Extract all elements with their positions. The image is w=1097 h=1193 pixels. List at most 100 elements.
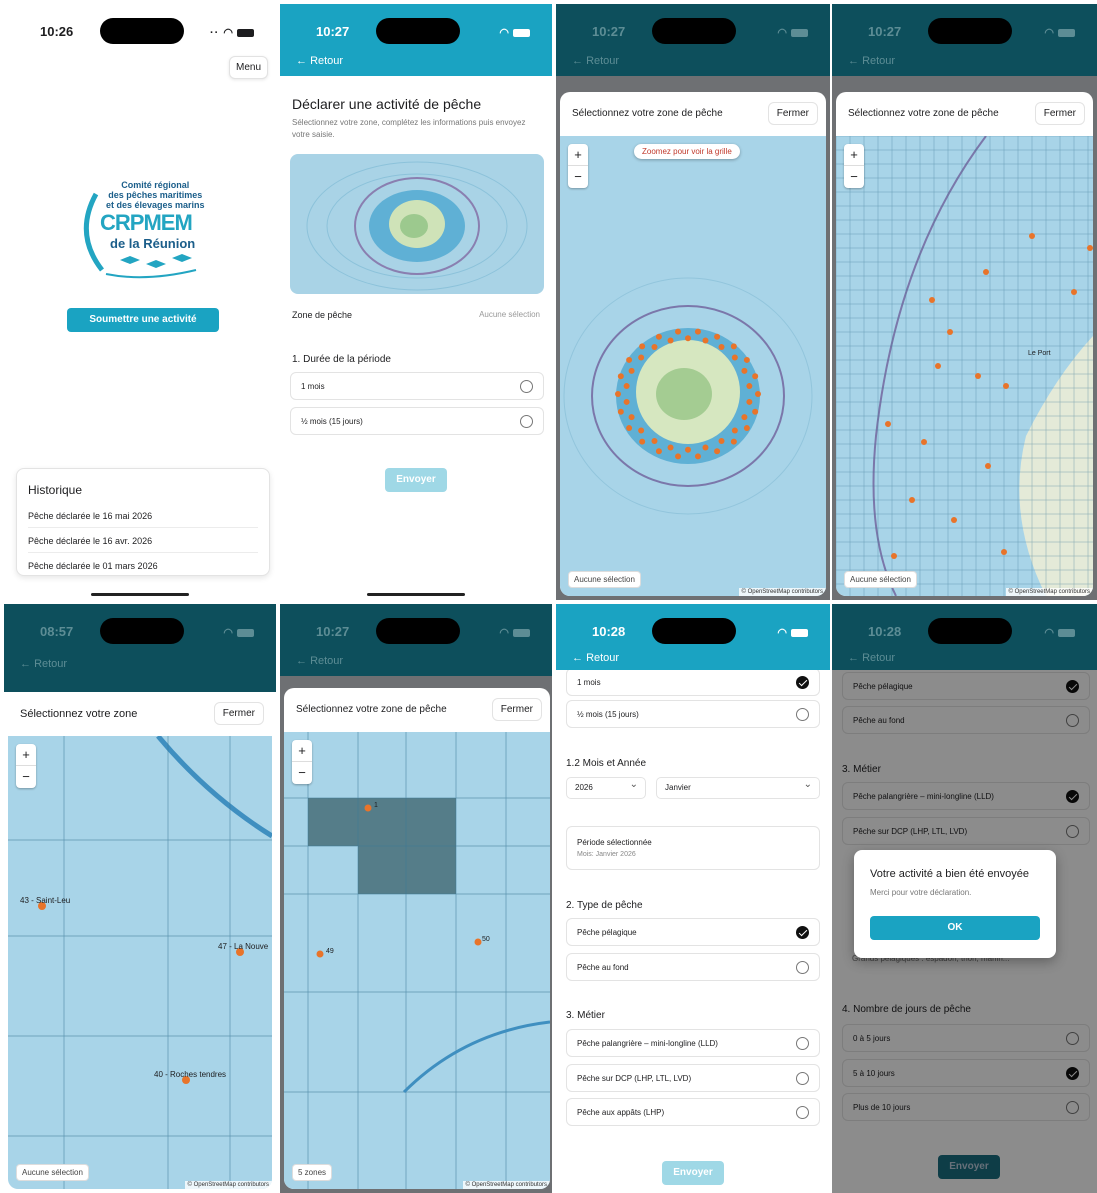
zone-dot[interactable] bbox=[743, 356, 750, 363]
zone-dot[interactable] bbox=[675, 328, 682, 335]
zone-dot[interactable] bbox=[615, 391, 621, 397]
zone-dot[interactable] bbox=[628, 367, 635, 374]
zoom-control[interactable]: + − bbox=[844, 144, 864, 188]
zone-row[interactable]: Zone de pêche Aucune sélection bbox=[292, 310, 540, 320]
year-select[interactable]: 2026 bbox=[566, 775, 646, 799]
zone-dot[interactable] bbox=[639, 343, 646, 350]
close-button[interactable]: Fermer bbox=[213, 702, 264, 725]
zone-dot[interactable] bbox=[685, 446, 691, 453]
send-button[interactable]: Envoyer bbox=[662, 1161, 724, 1185]
option-metier-dcp[interactable]: Pêche sur DCP (LHP, LTL, LVD) bbox=[566, 1064, 820, 1092]
map-view[interactable]: 43 - Saint-Leu 47 - La Nouve 40 - Roches… bbox=[8, 736, 272, 1189]
zone-dot[interactable] bbox=[623, 383, 630, 390]
map-attribution[interactable]: © OpenStreetMap contributors bbox=[184, 1181, 272, 1189]
history-item[interactable]: Pêche déclarée le 01 mars 2026 bbox=[28, 553, 258, 577]
zone-dot[interactable] bbox=[752, 373, 759, 380]
month-select[interactable]: Janvier bbox=[656, 775, 820, 799]
zone-dot[interactable] bbox=[617, 373, 624, 380]
zone-dot[interactable] bbox=[626, 425, 633, 432]
zone-dot[interactable] bbox=[1071, 289, 1077, 295]
zone-dot[interactable] bbox=[746, 398, 753, 405]
close-button[interactable]: Fermer bbox=[767, 102, 818, 125]
zone-dot[interactable] bbox=[730, 343, 737, 350]
zone-dot[interactable] bbox=[885, 421, 891, 427]
zone-dot[interactable] bbox=[628, 414, 635, 421]
zone-dot[interactable] bbox=[702, 337, 709, 344]
zone-dot[interactable] bbox=[685, 335, 691, 342]
map-attribution[interactable]: © OpenStreetMap contributors bbox=[738, 588, 826, 596]
zone-dot[interactable] bbox=[1003, 383, 1009, 389]
zoom-in-icon[interactable]: + bbox=[16, 744, 36, 766]
zone-dot[interactable] bbox=[743, 425, 750, 432]
zone-dot[interactable] bbox=[655, 333, 662, 340]
option-1-mois[interactable]: 1 mois bbox=[290, 372, 544, 400]
zone-dot[interactable] bbox=[935, 363, 941, 369]
zoom-out-icon[interactable]: − bbox=[292, 762, 312, 784]
zone-dot[interactable] bbox=[718, 344, 725, 351]
zoom-out-icon[interactable]: − bbox=[16, 766, 36, 788]
zone-dot[interactable] bbox=[1029, 233, 1035, 239]
option-pelagique[interactable]: Pêche pélagique bbox=[566, 918, 820, 946]
zone-dot[interactable] bbox=[909, 497, 915, 503]
zone-dot[interactable] bbox=[741, 414, 748, 421]
zone-dot[interactable] bbox=[730, 438, 737, 445]
zone-dot[interactable] bbox=[667, 337, 674, 344]
zone-dot[interactable] bbox=[694, 328, 701, 335]
zone-dot[interactable] bbox=[1001, 549, 1007, 555]
map-view[interactable]: + − Le Port Aucune sélection © OpenStreet… bbox=[836, 136, 1093, 596]
option-fond[interactable]: Pêche au fond bbox=[566, 953, 820, 981]
zone-dot[interactable] bbox=[891, 553, 897, 559]
zoom-control[interactable]: + − bbox=[16, 744, 36, 788]
back-button[interactable]: ← Retour bbox=[20, 658, 67, 670]
zone-dot[interactable] bbox=[1087, 245, 1093, 251]
back-button[interactable]: ← Retour bbox=[848, 55, 895, 67]
submit-activity-button[interactable]: Soumettre une activité bbox=[67, 308, 219, 332]
zone-dot[interactable] bbox=[702, 444, 709, 451]
zone-dot[interactable] bbox=[929, 297, 935, 303]
option-1-mois[interactable]: 1 mois bbox=[566, 668, 820, 696]
back-button[interactable]: ← Retour bbox=[296, 55, 343, 67]
history-item[interactable]: Pêche déclarée le 16 mai 2026 bbox=[28, 503, 258, 528]
zone-dot[interactable] bbox=[921, 439, 927, 445]
map-attribution[interactable]: © OpenStreetMap contributors bbox=[1005, 588, 1093, 596]
zone-dot[interactable] bbox=[983, 269, 989, 275]
map-view[interactable]: 1 49 50 + − 5 zones © OpenStreetMap contr… bbox=[284, 732, 550, 1189]
zone-dot[interactable] bbox=[985, 463, 991, 469]
zoom-out-icon[interactable]: − bbox=[568, 166, 588, 188]
zone-dot[interactable] bbox=[755, 391, 761, 397]
zone-dot[interactable] bbox=[731, 427, 738, 434]
send-button[interactable]: Envoyer bbox=[385, 468, 447, 492]
zoom-control[interactable]: + − bbox=[568, 144, 588, 188]
zone-dot[interactable] bbox=[651, 437, 658, 444]
zone-dot[interactable] bbox=[975, 373, 981, 379]
zoom-in-icon[interactable]: + bbox=[568, 144, 588, 166]
zone-dot[interactable] bbox=[623, 398, 630, 405]
zone-dot[interactable] bbox=[752, 408, 759, 415]
back-button[interactable]: ← Retour bbox=[572, 55, 619, 67]
option-half-mois[interactable]: ½ mois (15 jours) bbox=[290, 407, 544, 435]
map-attribution[interactable]: © OpenStreetMap contributors bbox=[462, 1181, 550, 1189]
back-button[interactable]: ← Retour bbox=[296, 655, 343, 667]
zone-dot[interactable] bbox=[626, 356, 633, 363]
zone-dot[interactable] bbox=[638, 427, 645, 434]
option-metier-appats[interactable]: Pêche aux appâts (LHP) bbox=[566, 1098, 820, 1126]
zone-dot[interactable] bbox=[741, 367, 748, 374]
zone-dot[interactable] bbox=[638, 354, 645, 361]
zone-dot[interactable] bbox=[731, 354, 738, 361]
back-button[interactable]: ← Retour bbox=[572, 652, 619, 664]
zone-dot[interactable] bbox=[667, 444, 674, 451]
zoom-control[interactable]: + − bbox=[292, 740, 312, 784]
zoom-out-icon[interactable]: − bbox=[844, 166, 864, 188]
zone-dot[interactable] bbox=[617, 408, 624, 415]
ok-button[interactable]: OK bbox=[870, 916, 1040, 940]
zone-dot[interactable] bbox=[639, 438, 646, 445]
map-view[interactable]: + − Zoomez pour voir la grille Aucune sél… bbox=[560, 136, 826, 596]
zone-dot[interactable] bbox=[951, 517, 957, 523]
zone-map-preview[interactable] bbox=[290, 154, 544, 294]
zone-dot[interactable] bbox=[947, 329, 953, 335]
zone-dot[interactable] bbox=[746, 383, 753, 390]
zone-dot[interactable] bbox=[655, 448, 662, 455]
zoom-in-icon[interactable]: + bbox=[292, 740, 312, 762]
back-button[interactable]: ← Retour bbox=[848, 652, 895, 664]
zone-dot[interactable] bbox=[675, 453, 682, 460]
